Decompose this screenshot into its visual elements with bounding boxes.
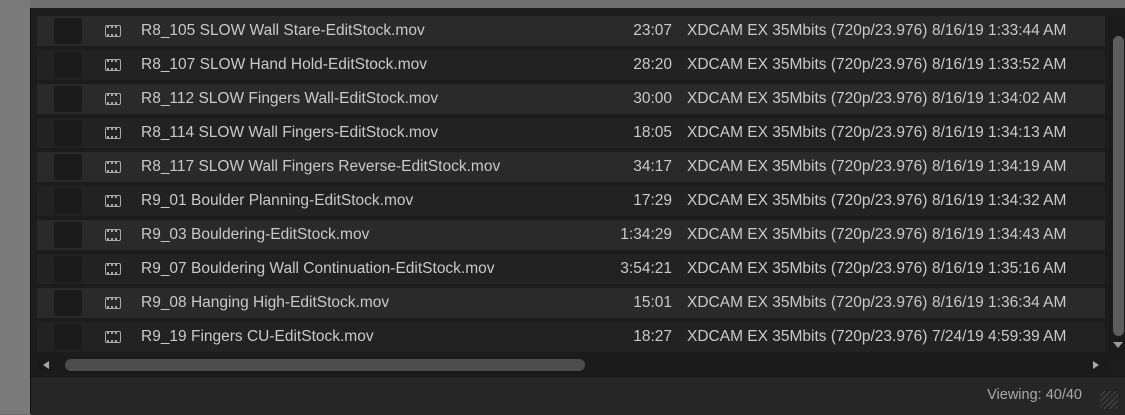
clip-duration: 15:01 — [633, 294, 672, 311]
clip-date: 8/16/19 1:34:13 AM — [932, 124, 1067, 141]
vertical-scroll-thumb[interactable] — [1113, 36, 1124, 336]
clip-duration: 23:07 — [633, 22, 672, 39]
clip-date: 8/16/19 1:35:16 AM — [932, 260, 1067, 277]
clip-name: R9_01 Boulder Planning-EditStock.mov — [141, 192, 414, 209]
table-row[interactable]: R8_112 SLOW Fingers Wall-EditStock.mov 3… — [37, 84, 1105, 114]
row-select-checkbox[interactable] — [54, 324, 82, 350]
clip-duration: 3:54:21 — [620, 260, 672, 277]
scroll-left-arrow-icon[interactable] — [43, 361, 49, 369]
viewing-count: Viewing: 40/40 — [987, 387, 1082, 403]
table-row[interactable]: R8_107 SLOW Hand Hold-EditStock.mov 28:2… — [37, 50, 1105, 80]
film-clip-icon — [105, 331, 121, 343]
clip-duration: 30:00 — [633, 90, 672, 107]
clip-date: 8/16/19 1:36:34 AM — [932, 294, 1067, 311]
film-clip-icon — [105, 195, 121, 207]
clip-duration: 18:05 — [633, 124, 672, 141]
table-row[interactable]: R8_114 SLOW Wall Fingers-EditStock.mov 1… — [37, 118, 1105, 148]
table-row[interactable]: R8_105 SLOW Wall Stare-EditStock.mov 23:… — [37, 16, 1105, 46]
film-clip-icon — [105, 229, 121, 241]
film-clip-icon — [105, 161, 121, 173]
table-row[interactable]: R9_07 Bouldering Wall Continuation-EditS… — [37, 254, 1105, 284]
resize-grip-icon[interactable] — [1100, 391, 1118, 409]
clip-date: 8/16/19 1:34:32 AM — [932, 192, 1067, 209]
horizontal-scrollbar[interactable] — [37, 356, 1105, 374]
row-select-checkbox[interactable] — [54, 290, 82, 316]
clip-date: 8/16/19 1:34:19 AM — [932, 158, 1067, 175]
clip-duration: 17:29 — [633, 192, 672, 209]
row-select-checkbox[interactable] — [54, 86, 82, 112]
clip-format: XDCAM EX 35Mbits (720p/23.976) — [687, 260, 928, 277]
clip-date: 8/16/19 1:34:02 AM — [932, 90, 1067, 107]
clip-format: XDCAM EX 35Mbits (720p/23.976) — [687, 328, 928, 345]
scroll-down-arrow-icon[interactable] — [1113, 342, 1123, 348]
vertical-scrollbar[interactable] — [1109, 16, 1125, 356]
film-clip-icon — [105, 297, 121, 309]
row-select-checkbox[interactable] — [54, 222, 82, 248]
row-select-checkbox[interactable] — [54, 256, 82, 282]
row-select-checkbox[interactable] — [54, 154, 82, 180]
clip-name: R9_07 Bouldering Wall Continuation-EditS… — [141, 260, 495, 277]
clip-format: XDCAM EX 35Mbits (720p/23.976) — [687, 124, 928, 141]
clip-format: XDCAM EX 35Mbits (720p/23.976) — [687, 226, 928, 243]
clip-date: 8/16/19 1:34:43 AM — [932, 226, 1067, 243]
table-row[interactable]: R9_03 Bouldering-EditStock.mov 1:34:29 X… — [37, 220, 1105, 250]
film-clip-icon — [105, 263, 121, 275]
table-row[interactable]: R9_08 Hanging High-EditStock.mov 15:01 X… — [37, 288, 1105, 318]
clip-name: R9_08 Hanging High-EditStock.mov — [141, 294, 390, 311]
table-row[interactable]: R9_01 Boulder Planning-EditStock.mov 17:… — [37, 186, 1105, 216]
row-select-checkbox[interactable] — [54, 18, 82, 44]
clip-format: XDCAM EX 35Mbits (720p/23.976) — [687, 192, 928, 209]
clip-format: XDCAM EX 35Mbits (720p/23.976) — [687, 294, 928, 311]
row-select-checkbox[interactable] — [54, 52, 82, 78]
status-bar: Viewing: 40/40 — [31, 376, 1125, 415]
clip-duration: 34:17 — [633, 158, 672, 175]
clip-name: R8_107 SLOW Hand Hold-EditStock.mov — [141, 56, 428, 73]
table-row[interactable]: R9_19 Fingers CU-EditStock.mov 18:27 XDC… — [37, 322, 1105, 352]
clip-date: 8/16/19 1:33:44 AM — [932, 22, 1067, 39]
clip-format: XDCAM EX 35Mbits (720p/23.976) — [687, 158, 928, 175]
clip-name: R9_19 Fingers CU-EditStock.mov — [141, 328, 374, 345]
clip-name: R8_105 SLOW Wall Stare-EditStock.mov — [141, 22, 425, 39]
clip-duration: 18:27 — [633, 328, 672, 345]
clip-list: R8_105 SLOW Wall Stare-EditStock.mov 23:… — [37, 16, 1105, 356]
clip-duration: 28:20 — [633, 56, 672, 73]
film-clip-icon — [105, 59, 121, 71]
film-clip-icon — [105, 127, 121, 139]
clip-name: R8_117 SLOW Wall Fingers Reverse-EditSto… — [141, 158, 501, 175]
clip-name: R8_114 SLOW Wall Fingers-EditStock.mov — [141, 124, 439, 141]
clip-name: R9_03 Bouldering-EditStock.mov — [141, 226, 370, 243]
film-clip-icon — [105, 25, 121, 37]
film-clip-icon — [105, 93, 121, 105]
row-select-checkbox[interactable] — [54, 188, 82, 214]
table-row[interactable]: R8_117 SLOW Wall Fingers Reverse-EditSto… — [37, 152, 1105, 182]
clip-format: XDCAM EX 35Mbits (720p/23.976) — [687, 22, 928, 39]
row-select-checkbox[interactable] — [54, 120, 82, 146]
media-pool-list-panel: R8_105 SLOW Wall Stare-EditStock.mov 23:… — [30, 8, 1125, 415]
clip-format: XDCAM EX 35Mbits (720p/23.976) — [687, 56, 928, 73]
clip-date: 7/24/19 4:59:39 AM — [932, 328, 1067, 345]
scroll-right-arrow-icon[interactable] — [1093, 361, 1099, 369]
clip-name: R8_112 SLOW Fingers Wall-EditStock.mov — [141, 90, 439, 107]
clip-duration: 1:34:29 — [620, 226, 672, 243]
clip-format: XDCAM EX 35Mbits (720p/23.976) — [687, 90, 928, 107]
clip-date: 8/16/19 1:33:52 AM — [932, 56, 1067, 73]
left-gutter — [0, 0, 30, 414]
horizontal-scroll-thumb[interactable] — [65, 359, 585, 371]
